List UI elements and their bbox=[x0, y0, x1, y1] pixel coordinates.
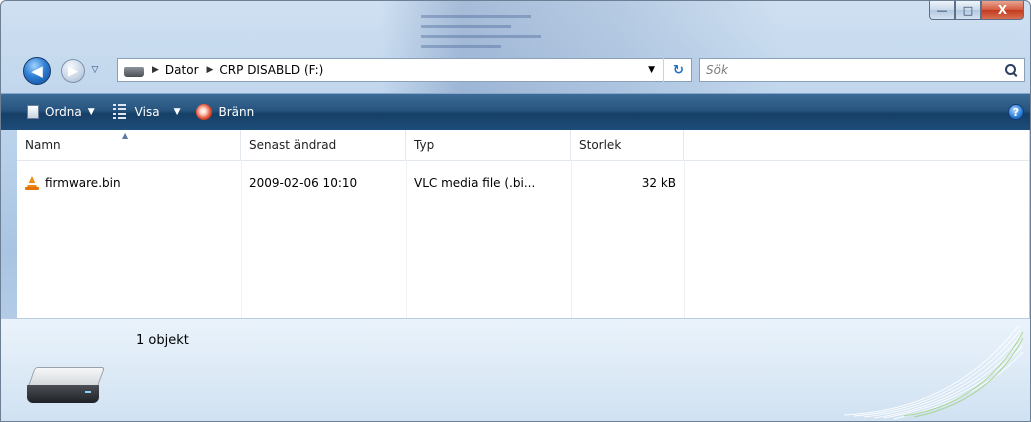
search-input[interactable] bbox=[706, 63, 986, 77]
navigation-bar: ◀ ▶ ▽ ▶ Dator ▶ CRP DISABLD (F:) ▼ ↻ bbox=[1, 53, 1030, 87]
file-size-cell: 32 kB bbox=[641, 176, 676, 190]
drive-icon bbox=[124, 67, 144, 77]
organize-button[interactable]: Ordna ▼ bbox=[23, 99, 99, 125]
burn-label: Bränn bbox=[218, 105, 255, 119]
search-box[interactable] bbox=[699, 58, 1025, 82]
organize-icon bbox=[27, 105, 39, 119]
explorer-window: — □ X ◀ ▶ ▽ ▶ Dator ▶ CRP DISABLD (F:) ▼… bbox=[0, 0, 1031, 422]
forward-arrow-icon: ▶ bbox=[68, 63, 78, 79]
table-row[interactable]: firmware.bin 2009-02-06 10:10 VLC media … bbox=[17, 172, 676, 194]
burn-icon bbox=[196, 104, 213, 120]
maximize-button[interactable]: □ bbox=[955, 1, 981, 20]
help-icon[interactable]: ? bbox=[1008, 104, 1024, 120]
item-count: 1 objekt bbox=[136, 333, 189, 348]
breadcrumb-separator-icon[interactable]: ▶ bbox=[152, 65, 159, 75]
column-header-size-label: Storlek bbox=[579, 138, 622, 152]
file-modified-cell: 2009-02-06 10:10 bbox=[249, 176, 358, 190]
back-button[interactable]: ◀ bbox=[23, 57, 51, 85]
close-button[interactable]: X bbox=[981, 1, 1024, 20]
refresh-button[interactable]: ↻ bbox=[663, 58, 693, 82]
refresh-icon: ↻ bbox=[673, 62, 684, 78]
details-pane: 1 objekt bbox=[1, 318, 1030, 421]
column-header-modified[interactable]: Senast ändrad bbox=[241, 130, 406, 160]
burn-button[interactable]: Bränn bbox=[192, 99, 258, 125]
file-name: firmware.bin bbox=[45, 176, 121, 190]
file-list[interactable]: Namn ▲ Senast ändrad Typ Storlek firmwar… bbox=[17, 130, 1029, 318]
address-dropdown-icon[interactable]: ▼ bbox=[648, 65, 655, 75]
vlc-cone-icon bbox=[24, 175, 40, 191]
organize-label: Ordna bbox=[45, 105, 82, 119]
column-header-name[interactable]: Namn ▲ bbox=[17, 130, 241, 160]
chevron-down-icon: ▼ bbox=[173, 107, 181, 117]
command-bar: Ordna ▼ Visa ▼ Bränn ? bbox=[1, 93, 1030, 130]
column-header-name-label: Namn bbox=[25, 138, 61, 152]
chevron-down-icon: ▼ bbox=[87, 107, 95, 117]
column-header-size[interactable]: Storlek bbox=[571, 130, 684, 160]
decorative-swoosh bbox=[843, 324, 1024, 420]
column-header-type-label: Typ bbox=[414, 138, 435, 152]
search-icon[interactable] bbox=[1004, 63, 1018, 77]
file-name-cell[interactable]: firmware.bin bbox=[17, 172, 241, 194]
minimize-button[interactable]: — bbox=[929, 1, 955, 20]
views-label: Visa bbox=[134, 105, 160, 119]
breadcrumb-drive[interactable]: CRP DISABLD (F:) bbox=[219, 63, 323, 77]
back-arrow-icon: ◀ bbox=[31, 62, 43, 80]
column-header-modified-label: Senast ändrad bbox=[249, 138, 337, 152]
forward-button[interactable]: ▶ bbox=[61, 59, 85, 83]
sort-ascending-icon: ▲ bbox=[122, 131, 129, 140]
column-header-type[interactable]: Typ bbox=[406, 130, 571, 160]
breadcrumb-dator[interactable]: Dator bbox=[165, 63, 199, 77]
breadcrumb-separator-icon[interactable]: ▶ bbox=[207, 65, 214, 75]
column-divider bbox=[684, 160, 685, 318]
address-bar[interactable]: ▶ Dator ▶ CRP DISABLD (F:) ▼ bbox=[117, 58, 692, 82]
column-headers: Namn ▲ Senast ändrad Typ Storlek bbox=[17, 130, 1029, 161]
caption-buttons: — □ X bbox=[929, 1, 1024, 21]
drive-icon bbox=[26, 367, 106, 407]
recent-pages-dropdown[interactable]: ▽ bbox=[89, 65, 101, 77]
views-button[interactable]: Visa ▼ bbox=[109, 99, 185, 125]
views-icon bbox=[112, 104, 129, 120]
file-type-cell: VLC media file (.bi... bbox=[414, 176, 536, 190]
